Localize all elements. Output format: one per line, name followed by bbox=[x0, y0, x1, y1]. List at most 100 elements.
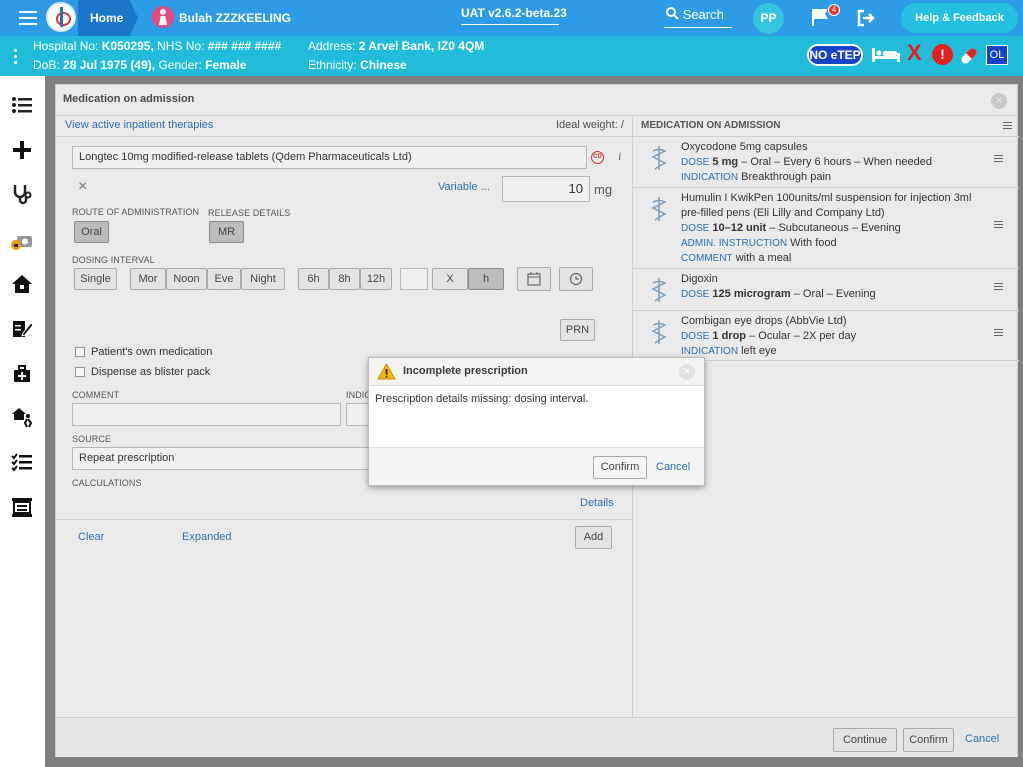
dosing-noon-button[interactable]: Noon bbox=[166, 268, 207, 290]
view-active-therapies-link[interactable]: View active inpatient therapies bbox=[65, 119, 213, 131]
details-link[interactable]: Details bbox=[580, 497, 614, 509]
comment-value: with a meal bbox=[735, 252, 792, 264]
release-mr-button[interactable]: MR bbox=[209, 221, 244, 243]
blister-pack-label: Dispense as blister pack bbox=[91, 366, 211, 378]
caduceus-icon bbox=[651, 278, 667, 302]
prn-button[interactable]: PRN bbox=[560, 319, 595, 341]
custom-interval-hours-button[interactable]: h bbox=[468, 268, 504, 290]
med-menu-icon[interactable] bbox=[994, 155, 1003, 164]
calendar-button[interactable] bbox=[517, 267, 551, 291]
logout-icon[interactable] bbox=[856, 8, 876, 28]
search-icon bbox=[666, 7, 679, 20]
indication-keyword: INDICATION bbox=[681, 346, 739, 357]
schedule-button[interactable] bbox=[559, 267, 593, 291]
edit-document-icon[interactable] bbox=[11, 317, 33, 339]
dose-keyword: DOSE bbox=[681, 157, 710, 168]
dosing-night-button[interactable]: Night bbox=[241, 268, 285, 290]
chart-board-icon[interactable] bbox=[11, 496, 33, 518]
list-item[interactable]: Digoxin DOSE 125 microgram – Oral – Even… bbox=[633, 268, 1019, 310]
patient-name[interactable]: Bulah ZZZKEELING bbox=[179, 11, 291, 25]
drug-name-field[interactable]: Longtec 10mg modified-release tablets (Q… bbox=[72, 146, 587, 169]
home-breadcrumb[interactable]: Home bbox=[78, 0, 138, 36]
own-medication-checkbox[interactable] bbox=[75, 347, 85, 357]
dosing-evening-button[interactable]: Eve bbox=[207, 268, 241, 290]
clock-icon bbox=[569, 272, 583, 286]
dose-keyword: DOSE bbox=[681, 331, 710, 342]
dob-value: 28 Jul 1975 (49), bbox=[63, 58, 156, 72]
search-underline bbox=[664, 27, 732, 28]
med-menu-icon[interactable] bbox=[994, 221, 1003, 230]
footer-cancel-link[interactable]: Cancel bbox=[965, 733, 999, 745]
info-icon[interactable]: i bbox=[618, 149, 621, 164]
custom-interval-x-label: X bbox=[432, 268, 468, 290]
user-avatar[interactable]: PP bbox=[753, 3, 784, 34]
dosing-8h-button[interactable]: 8h bbox=[329, 268, 360, 290]
x-alert-icon[interactable]: X bbox=[907, 40, 922, 66]
flag-icon[interactable] bbox=[811, 8, 829, 26]
variable-dose-link[interactable]: Variable ... bbox=[438, 181, 490, 193]
source-select[interactable]: Repeat prescription bbox=[72, 447, 372, 470]
dose-unit: mg bbox=[594, 182, 613, 197]
dosing-morning-button[interactable]: Mor bbox=[130, 268, 166, 290]
blister-pack-checkbox[interactable] bbox=[75, 367, 85, 377]
stethoscope-icon[interactable] bbox=[11, 183, 33, 205]
dose-details: – Oral – Every 6 hours – When needed bbox=[741, 156, 932, 168]
dosing-single-button[interactable]: Single bbox=[74, 268, 117, 290]
clear-dose-icon[interactable]: × bbox=[78, 178, 87, 196]
comment-input[interactable] bbox=[72, 403, 341, 426]
patient-ids-line: Hospital No: K050295, NHS No: ### ### ##… bbox=[33, 39, 281, 53]
dialog-message: Prescription details missing: dosing int… bbox=[375, 393, 589, 405]
top-bar: Home Bulah ZZZKEELING UAT v2.6.2-beta.23… bbox=[0, 0, 1023, 36]
med-menu-icon[interactable] bbox=[994, 329, 1003, 338]
dialog-close-icon[interactable]: × bbox=[679, 364, 695, 380]
dosing-6h-button[interactable]: 6h bbox=[298, 268, 329, 290]
list-menu-icon[interactable] bbox=[1003, 122, 1012, 131]
dialog-header: Incomplete prescription × bbox=[369, 358, 704, 386]
route-oral-button[interactable]: Oral bbox=[74, 221, 109, 243]
dialog-cancel-link[interactable]: Cancel bbox=[656, 461, 690, 473]
no-etep-badge[interactable]: NO eTEP bbox=[807, 44, 863, 66]
female-patient-icon bbox=[152, 6, 174, 28]
dob-label: DoB: bbox=[33, 58, 60, 72]
locked-camera-icon[interactable] bbox=[11, 230, 33, 252]
pill-icon[interactable] bbox=[958, 45, 980, 67]
dosing-12h-button[interactable]: 12h bbox=[360, 268, 392, 290]
environment-underline bbox=[461, 24, 559, 25]
custom-interval-input[interactable] bbox=[400, 268, 428, 290]
more-options-icon[interactable] bbox=[14, 49, 18, 67]
med-menu-icon[interactable] bbox=[994, 283, 1003, 292]
medical-case-icon[interactable] bbox=[11, 363, 33, 385]
list-item[interactable]: Humulin I KwikPen 100units/ml suspension… bbox=[633, 187, 1019, 268]
caduceus-icon bbox=[651, 146, 667, 170]
ethnicity-label: Ethnicity: bbox=[308, 58, 357, 72]
add-button[interactable]: Add bbox=[575, 526, 612, 549]
dose-amount: 125 microgram bbox=[712, 288, 791, 300]
panel-close-icon[interactable]: × bbox=[991, 93, 1007, 109]
clear-link[interactable]: Clear bbox=[78, 531, 104, 543]
continue-button[interactable]: Continue bbox=[833, 728, 897, 752]
home-label: Home bbox=[90, 11, 124, 25]
admin-instruction-value: With food bbox=[790, 237, 837, 249]
ol-badge[interactable]: OL bbox=[986, 45, 1008, 65]
plus-icon[interactable] bbox=[11, 139, 33, 161]
home-icon[interactable] bbox=[11, 273, 33, 295]
bed-icon[interactable] bbox=[872, 48, 900, 62]
discharge-icon[interactable] bbox=[11, 406, 33, 428]
list-icon[interactable] bbox=[11, 94, 33, 116]
expanded-link[interactable]: Expanded bbox=[182, 531, 232, 543]
source-value: Repeat prescription bbox=[79, 452, 175, 464]
indication-keyword: INDICATION bbox=[681, 172, 739, 183]
dialog-confirm-button[interactable]: Confirm bbox=[593, 456, 647, 479]
warning-icon bbox=[377, 363, 396, 380]
dose-input[interactable]: 10 bbox=[502, 176, 590, 202]
menu-icon[interactable] bbox=[19, 11, 37, 25]
calculations-label: CALCULATIONS bbox=[72, 478, 142, 488]
alert-icon[interactable]: ! bbox=[932, 44, 953, 65]
list-item[interactable]: Combigan eye drops (AbbVie Ltd) DOSE 1 d… bbox=[633, 310, 1019, 361]
list-item[interactable]: Oxycodone 5mg capsules DOSE 5 mg – Oral … bbox=[633, 136, 1019, 187]
help-feedback-button[interactable]: Help & Feedback bbox=[901, 3, 1018, 33]
footer-confirm-button[interactable]: Confirm bbox=[903, 728, 954, 752]
left-sidebar bbox=[0, 76, 45, 767]
checklist-icon[interactable] bbox=[11, 452, 33, 474]
search-button[interactable]: Search bbox=[666, 7, 724, 22]
